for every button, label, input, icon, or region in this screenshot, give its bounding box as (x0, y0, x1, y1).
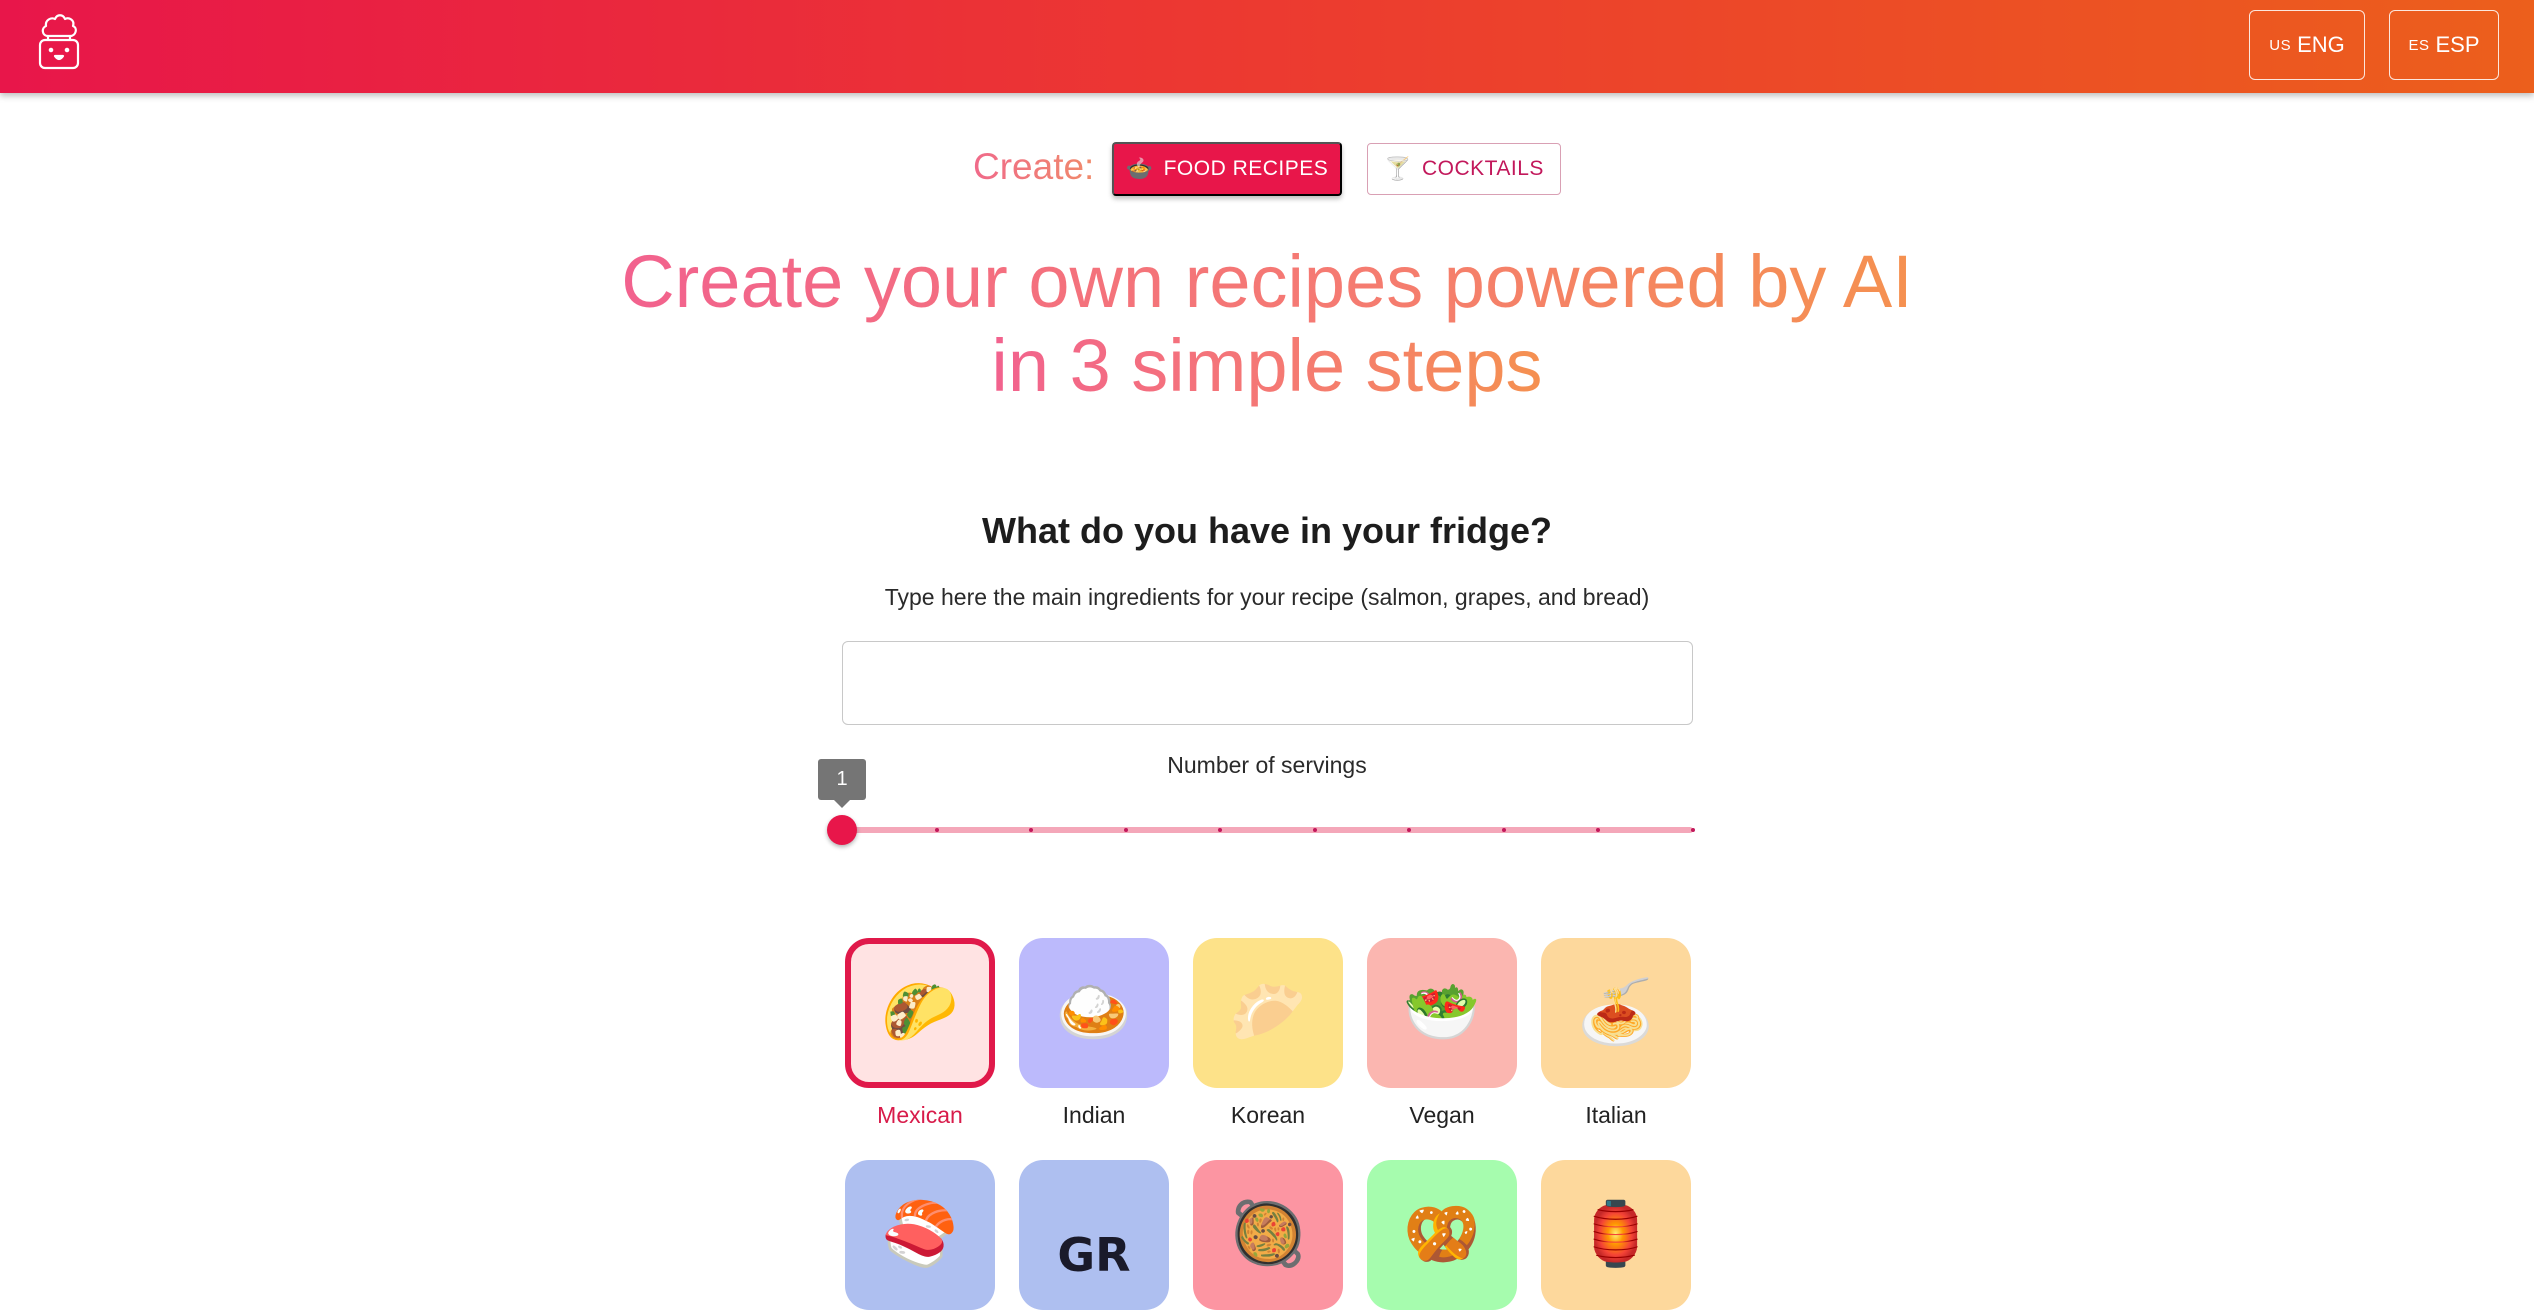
cuisine-food-icon: 🏮 (1577, 1200, 1655, 1269)
ingredients-instructions: Type here the main ingredients for your … (884, 584, 1650, 610)
cuisine-tile-box[interactable]: 🍛 (1019, 938, 1169, 1088)
cuisine-label: Korean (1230, 1102, 1306, 1128)
fridge-question-heading: What do you have in your fridge? (981, 510, 1553, 551)
cuisine-label: Italian (1585, 1102, 1647, 1128)
us-flag-icon: US (2269, 36, 2292, 54)
slider-tick-mark (1501, 828, 1506, 832)
create-label: Create: (973, 146, 1095, 187)
cuisine-food-icon: 🥘 (1229, 1200, 1307, 1269)
cocktails-button[interactable]: 🍸 COCKTAILS (1367, 143, 1561, 195)
top-header: US ENG ES ESP (0, 0, 2534, 93)
cocktail-glass-icon: 🍸 (1384, 156, 1412, 181)
cuisine-food-icon: 🥨 (1403, 1200, 1481, 1269)
slider-value-tooltip: 1 (818, 759, 866, 808)
cuisine-tile-item-7[interactable]: GR (1019, 1160, 1169, 1310)
hero-title: Create your own recipes powered by AI in… (0, 240, 2534, 408)
cuisine-tile-box[interactable]: 🥨 (1367, 1160, 1517, 1310)
language-spanish-button[interactable]: ES ESP (2389, 10, 2499, 80)
cuisine-label: Mexican (877, 1102, 963, 1128)
cuisine-tile-item-9[interactable]: 🥨 (1367, 1160, 1517, 1310)
cuisine-tile-indian[interactable]: 🍛 Indian (1019, 938, 1169, 1129)
cuisine-tile-italian[interactable]: 🍝 Italian (1541, 938, 1691, 1129)
cuisine-tile-box[interactable]: 🥗 (1367, 938, 1517, 1088)
cuisine-label: Vegan (1409, 1102, 1475, 1128)
cuisine-tile-korean[interactable]: 🥟 Korean (1193, 938, 1343, 1129)
ingredients-input[interactable] (842, 641, 1693, 725)
cuisine-tile-box[interactable]: 🏮 (1541, 1160, 1691, 1310)
language-english-button[interactable]: US ENG (2249, 10, 2365, 80)
slider-tick-mark (1691, 828, 1695, 832)
cuisine-tile-item-10[interactable]: 🏮 (1541, 1160, 1691, 1310)
cuisine-tile-box[interactable]: 🌮 (845, 938, 995, 1088)
cuisine-tile-box[interactable]: 🥘 (1193, 1160, 1343, 1310)
food-recipes-label: FOOD RECIPES (1163, 157, 1329, 180)
cuisine-tile-item-8[interactable]: 🥘 (1193, 1160, 1343, 1310)
cuisine-tile-box[interactable]: 🍝 (1541, 938, 1691, 1088)
chef-hat-logo-icon[interactable] (36, 10, 82, 72)
slider-tick-mark (1312, 828, 1317, 832)
cuisine-food-icon: 🥟 (1229, 978, 1307, 1047)
cuisine-food-icon: 🍛 (1055, 978, 1133, 1047)
greek-cuisine-icon: GR (1057, 1228, 1131, 1282)
cuisine-tile-box[interactable]: 🍣 (845, 1160, 995, 1310)
servings-slider[interactable]: 1 (818, 759, 1695, 845)
slider-tick-mark (934, 828, 939, 832)
food-bowl-icon: 🍲 (1125, 156, 1154, 181)
cuisine-tile-vegan[interactable]: 🥗 Vegan (1367, 938, 1517, 1129)
cuisine-tile-box[interactable]: GR (1019, 1160, 1169, 1310)
language-label: ENG (2297, 32, 2345, 57)
slider-track[interactable] (842, 827, 1693, 833)
cuisine-tile-item-6[interactable]: 🍣 (845, 1160, 995, 1310)
cocktails-label: COCKTAILS (1421, 157, 1544, 180)
hero-title-line-2: in 3 simple steps (991, 324, 1543, 407)
slider-tick-mark (1123, 828, 1128, 832)
es-flag-icon: ES (2408, 36, 2430, 54)
cuisine-food-icon: 🥗 (1403, 978, 1481, 1047)
cuisine-label: Indian (1062, 1102, 1126, 1128)
cuisine-tile-mexican[interactable]: 🌮 Mexican (845, 938, 995, 1129)
slider-thumb[interactable] (827, 815, 857, 845)
servings-label: Number of servings (1167, 752, 1367, 778)
cuisine-food-icon: 🍝 (1577, 978, 1655, 1047)
food-recipes-button[interactable]: 🍲 FOOD RECIPES (1112, 142, 1342, 196)
cuisine-food-icon: 🌮 (881, 978, 959, 1047)
create-mode-selector: Create: 🍲 FOOD RECIPES 🍸 COCKTAILS (0, 142, 2534, 198)
cuisine-food-icon: 🍣 (881, 1200, 959, 1269)
cuisine-tile-box[interactable]: 🥟 (1193, 938, 1343, 1088)
hero-title-line-1: Create your own recipes powered by AI (621, 240, 1913, 323)
language-label: ESP (2435, 32, 2480, 57)
